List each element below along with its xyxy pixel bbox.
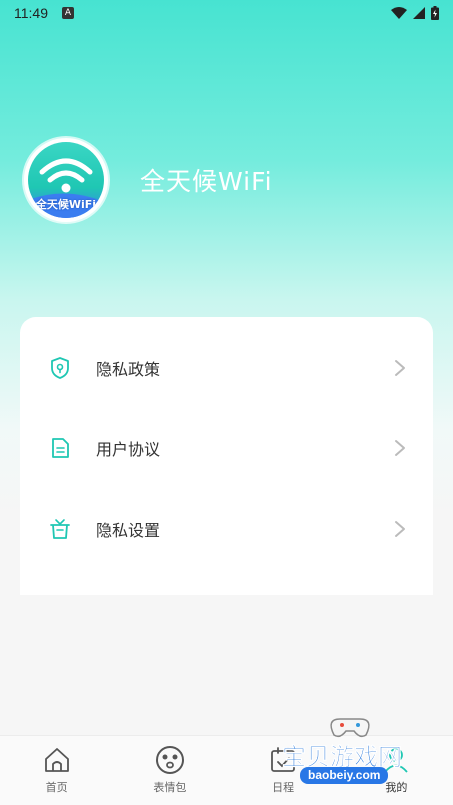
tab-label: 首页 bbox=[45, 781, 68, 794]
emoji-icon bbox=[155, 746, 184, 774]
watermark: 宝贝游戏网 baobeiy.com bbox=[276, 715, 446, 795]
menu-item-privacy-settings[interactable]: 隐私设置 bbox=[20, 499, 433, 559]
battery-icon bbox=[431, 6, 439, 20]
avatar[interactable]: 全天候WiFi bbox=[24, 138, 108, 222]
menu-item-label: 隐私政策 bbox=[96, 360, 161, 379]
cell-signal-icon bbox=[413, 7, 425, 19]
app-name: 全天候WiFi bbox=[140, 167, 273, 196]
menu-card: 隐私政策 用户协议 隐私设置 bbox=[20, 317, 433, 595]
menu-item-privacy-policy[interactable]: 隐私政策 bbox=[20, 338, 433, 398]
tab-emoji[interactable]: 表情包 bbox=[113, 736, 226, 805]
status-icons bbox=[391, 6, 439, 20]
chevron-right-icon bbox=[395, 360, 405, 376]
notification-icon: A bbox=[62, 7, 74, 19]
shield-icon bbox=[51, 357, 69, 379]
tab-home[interactable]: 首页 bbox=[0, 736, 113, 805]
wifi-signal-icon bbox=[391, 6, 407, 19]
menu-item-user-agreement[interactable]: 用户协议 bbox=[20, 418, 433, 478]
logo-text: 全天候WiFi bbox=[35, 198, 97, 211]
status-bar: 11:49 A bbox=[0, 0, 453, 26]
home-icon bbox=[44, 748, 69, 772]
chevron-right-icon bbox=[395, 521, 405, 537]
chevron-right-icon bbox=[395, 440, 405, 456]
status-time: 11:49 bbox=[14, 5, 48, 21]
menu-item-label: 隐私设置 bbox=[96, 521, 161, 540]
profile-header: 全天候WiFi 全天候WiFi bbox=[24, 138, 273, 222]
document-icon bbox=[52, 438, 69, 458]
tab-label: 表情包 bbox=[153, 781, 187, 794]
menu-item-label: 用户协议 bbox=[96, 440, 161, 459]
app-logo: 全天候WiFi bbox=[28, 142, 104, 218]
gift-box-icon bbox=[50, 519, 70, 539]
watermark-url: baobeiy.com bbox=[300, 767, 389, 784]
